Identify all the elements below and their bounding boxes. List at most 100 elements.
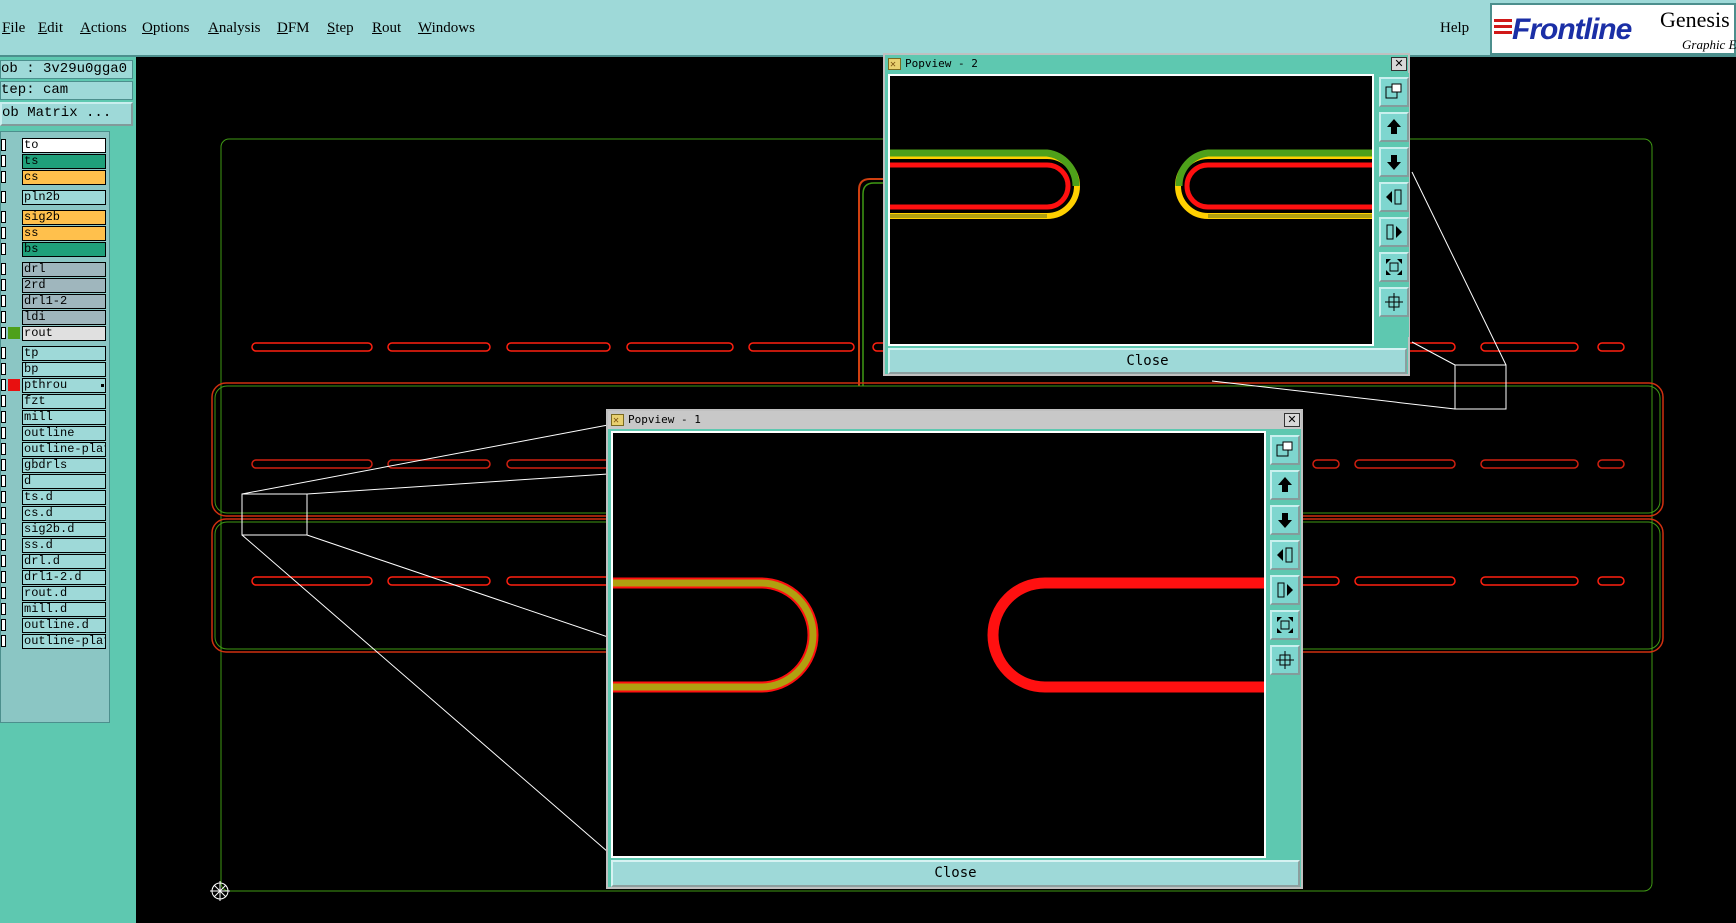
layer-checkbox[interactable] [1,603,6,615]
layer-checkbox[interactable] [1,619,6,631]
layer-row[interactable]: bs [1,242,107,257]
menu-edit[interactable]: Edit [38,20,63,37]
layer-checkbox[interactable] [1,459,6,471]
zoom-window-icon[interactable] [1379,77,1409,107]
layer-row[interactable]: d [1,474,107,489]
zoom-in-icon[interactable] [1379,252,1409,282]
layer-row[interactable]: drl1-2 [1,294,107,309]
zoom-out-icon[interactable] [1379,287,1409,317]
layer-color-swatch [8,363,20,375]
pan-down-icon[interactable] [1270,505,1300,535]
layer-checkbox[interactable] [1,363,6,375]
layer-color-swatch [8,311,20,323]
menu-dfm[interactable]: DFM [277,20,310,37]
layer-row[interactable]: bp [1,362,107,377]
layer-checkbox[interactable] [1,171,6,183]
pan-up-icon[interactable] [1379,112,1409,142]
layer-checkbox[interactable] [1,635,6,647]
menu-actions[interactable]: Actions [80,20,127,37]
menu-help[interactable]: Help [1440,20,1469,37]
layer-row[interactable]: ts.d [1,490,107,505]
zoom-window-icon[interactable] [1270,435,1300,465]
layer-row[interactable]: sig2b.d [1,522,107,537]
layer-checkbox[interactable] [1,507,6,519]
layer-checkbox[interactable] [1,295,6,307]
layer-checkbox[interactable] [1,571,6,583]
layer-row[interactable]: outline [1,426,107,441]
layer-row[interactable]: drl1-2.d [1,570,107,585]
layer-checkbox[interactable] [1,523,6,535]
layer-row[interactable]: rout.d [1,586,107,601]
pan-left-icon[interactable] [1270,540,1300,570]
popview-1-view[interactable] [611,431,1266,858]
layer-checkbox[interactable] [1,279,6,291]
layer-checkbox[interactable] [1,411,6,423]
window-menu-icon[interactable] [611,412,624,430]
close-x-icon[interactable]: ✕ [1284,413,1300,427]
popview-1-titlebar[interactable]: Popview - 1 [608,411,1301,430]
layer-checkbox[interactable] [1,191,6,203]
menu-windows[interactable]: Windows [418,20,475,37]
layer-checkbox[interactable] [1,395,6,407]
layer-checkbox[interactable] [1,587,6,599]
layer-checkbox[interactable] [1,555,6,567]
layer-row[interactable]: outline-plat [1,442,107,457]
menu-analysis[interactable]: Analysis [208,20,261,37]
layer-row[interactable]: sig2b [1,210,107,225]
layer-checkbox[interactable] [1,475,6,487]
layer-row[interactable]: ss [1,226,107,241]
layer-checkbox[interactable] [1,155,6,167]
pan-down-icon[interactable] [1379,147,1409,177]
menu-rout[interactable]: Rout [372,20,401,37]
layer-checkbox[interactable] [1,227,6,239]
layer-row[interactable]: ts [1,154,107,169]
layer-row[interactable]: gbdrls [1,458,107,473]
layer-row[interactable]: drl [1,262,107,277]
layer-checkbox[interactable] [1,327,6,339]
menu-step[interactable]: Step [327,20,354,37]
close-x-icon[interactable]: ✕ [1391,57,1407,71]
layer-checkbox[interactable] [1,443,6,455]
layer-checkbox[interactable] [1,263,6,275]
layer-row[interactable]: outline-plat [1,634,107,649]
zoom-in-icon[interactable] [1270,610,1300,640]
layer-checkbox[interactable] [1,211,6,223]
layer-row[interactable]: to [1,138,107,153]
layer-row[interactable]: drl.d [1,554,107,569]
layer-checkbox[interactable] [1,427,6,439]
pan-up-icon[interactable] [1270,470,1300,500]
layer-row[interactable]: mill [1,410,107,425]
layer-row[interactable]: tp [1,346,107,361]
layer-name: sig2b [22,210,106,225]
job-matrix-button[interactable]: ob Matrix ... [0,102,133,126]
menu-file[interactable]: File [2,20,25,37]
layer-row[interactable]: ss.d [1,538,107,553]
popview-2-view[interactable] [888,74,1374,346]
pan-left-icon[interactable] [1379,182,1409,212]
menu-options[interactable]: Options [142,20,190,37]
layer-row[interactable]: ldi [1,310,107,325]
layer-row[interactable]: mill.d [1,602,107,617]
layer-row[interactable]: fzt [1,394,107,409]
layer-checkbox[interactable] [1,311,6,323]
pan-right-icon[interactable] [1379,217,1409,247]
layer-row[interactable]: cs [1,170,107,185]
layer-row[interactable]: pthrou [1,378,107,393]
layer-checkbox[interactable] [1,347,6,359]
layer-row[interactable]: cs.d [1,506,107,521]
popview-2-close-button[interactable]: Close [888,348,1407,374]
layer-row[interactable]: outline.d [1,618,107,633]
layer-row[interactable]: 2rd [1,278,107,293]
window-menu-icon[interactable] [888,56,901,74]
layer-row[interactable]: rout [1,326,107,341]
layer-checkbox[interactable] [1,139,6,151]
layer-row[interactable]: pln2b [1,190,107,205]
layer-checkbox[interactable] [1,539,6,551]
pan-right-icon[interactable] [1270,575,1300,605]
popview-1-close-button[interactable]: Close [611,860,1300,887]
zoom-out-icon[interactable] [1270,645,1300,675]
layer-checkbox[interactable] [1,491,6,503]
popview-2-titlebar[interactable]: Popview - 2 [885,55,1408,74]
layer-checkbox[interactable] [1,379,6,391]
layer-checkbox[interactable] [1,243,6,255]
